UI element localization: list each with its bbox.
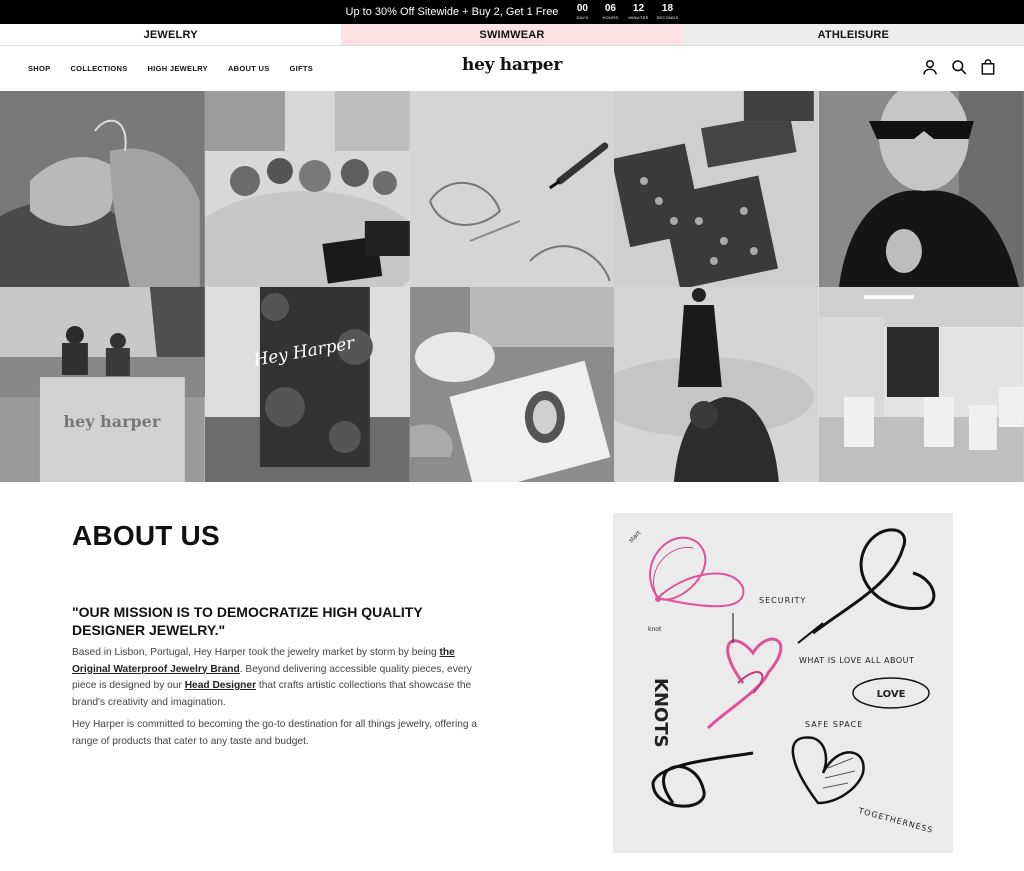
countdown-label: SECONDS — [656, 15, 679, 20]
photo-love-sketch-paper — [409, 91, 615, 287]
head-designer-link[interactable]: Head Designer — [185, 680, 256, 691]
about-p1-text: Based in Lisbon, Portugal, Hey Harper to… — [72, 647, 440, 658]
account-icon[interactable] — [922, 59, 938, 75]
countdown-value: 12 — [632, 3, 645, 14]
countdown-timer: 00 DAYS 06 HOURS 12 MINUTES 18 SECONDS — [572, 4, 679, 20]
countdown-days: 00 DAYS — [572, 4, 592, 20]
countdown-label: DAYS — [576, 15, 589, 20]
countdown-value: 06 — [604, 3, 616, 14]
counter-sign-text: hey harper — [64, 412, 161, 431]
photo-office — [819, 287, 1024, 482]
tab-swimwear[interactable]: SWIMWEAR — [341, 24, 683, 45]
site-header: SHOP COLLECTIONS HIGH JEWELRY ABOUT US G… — [0, 46, 1024, 91]
search-icon[interactable] — [951, 59, 967, 75]
countdown-minutes: 12 MINUTES — [628, 4, 648, 20]
countdown-label: MINUTES — [628, 15, 649, 20]
tab-jewelry[interactable]: JEWELRY — [0, 24, 342, 45]
about-paragraph-2: Hey Harper is committed to becoming the … — [72, 719, 478, 747]
countdown-seconds: 18 SECONDS — [657, 4, 679, 20]
photo-neon-wall: Hey Harper — [204, 287, 410, 482]
category-tabs: JEWELRY SWIMWEAR ATHLEISURE — [0, 24, 1024, 46]
about-paragraph-1: Based in Lisbon, Portugal, Hey Harper to… — [72, 645, 492, 711]
photo-gallery: hey harper Hey Harper — [0, 91, 1024, 482]
countdown-label: HOURS — [602, 15, 619, 20]
countdown-hours: 06 HOURS — [600, 4, 620, 20]
sketch-label-love: LOVE — [877, 689, 906, 700]
photo-beach-popup: hey harper — [0, 287, 205, 482]
announcement-text[interactable]: Up to 30% Off Sitewide + Buy 2, Get 1 Fr… — [346, 6, 559, 18]
sketch-label-knots: KNOTS — [650, 678, 671, 748]
countdown-value: 00 — [576, 3, 588, 14]
photo-table-flowers — [204, 91, 410, 287]
photo-portrait-drawing — [409, 287, 615, 482]
love-knot-sketch-image: start knot SECURITY WHAT IS LOVE ALL ABO… — [613, 513, 953, 853]
mission-statement: "OUR MISSION IS TO DEMOCRATIZE HIGH QUAL… — [72, 604, 423, 638]
countdown-value: 18 — [661, 3, 674, 14]
photo-hands-making-jewelry — [0, 91, 205, 287]
header-icons — [922, 59, 996, 75]
site-logo[interactable]: hey harper — [0, 55, 1024, 75]
photo-runway-model — [614, 287, 820, 482]
photo-model-sunglasses — [819, 91, 1024, 287]
tab-athleisure[interactable]: ATHLEISURE — [682, 24, 1024, 45]
sketch-label-togetherness: TOGETHERNESS — [857, 806, 935, 835]
announcement-bar: Up to 30% Off Sitewide + Buy 2, Get 1 Fr… — [0, 0, 1024, 24]
sketch-label-security: SECURITY — [759, 596, 806, 605]
sketch-label-love-question: WHAT IS LOVE ALL ABOUT — [799, 656, 914, 665]
about-title: ABOUT US — [72, 520, 220, 551]
photo-ring-trays — [614, 91, 820, 287]
sketch-label-start: start — [627, 529, 642, 544]
sketch-label-safe-space: SAFE SPACE — [805, 720, 863, 729]
sketch-label-knot: knot — [648, 626, 662, 633]
cart-icon[interactable] — [980, 59, 996, 75]
